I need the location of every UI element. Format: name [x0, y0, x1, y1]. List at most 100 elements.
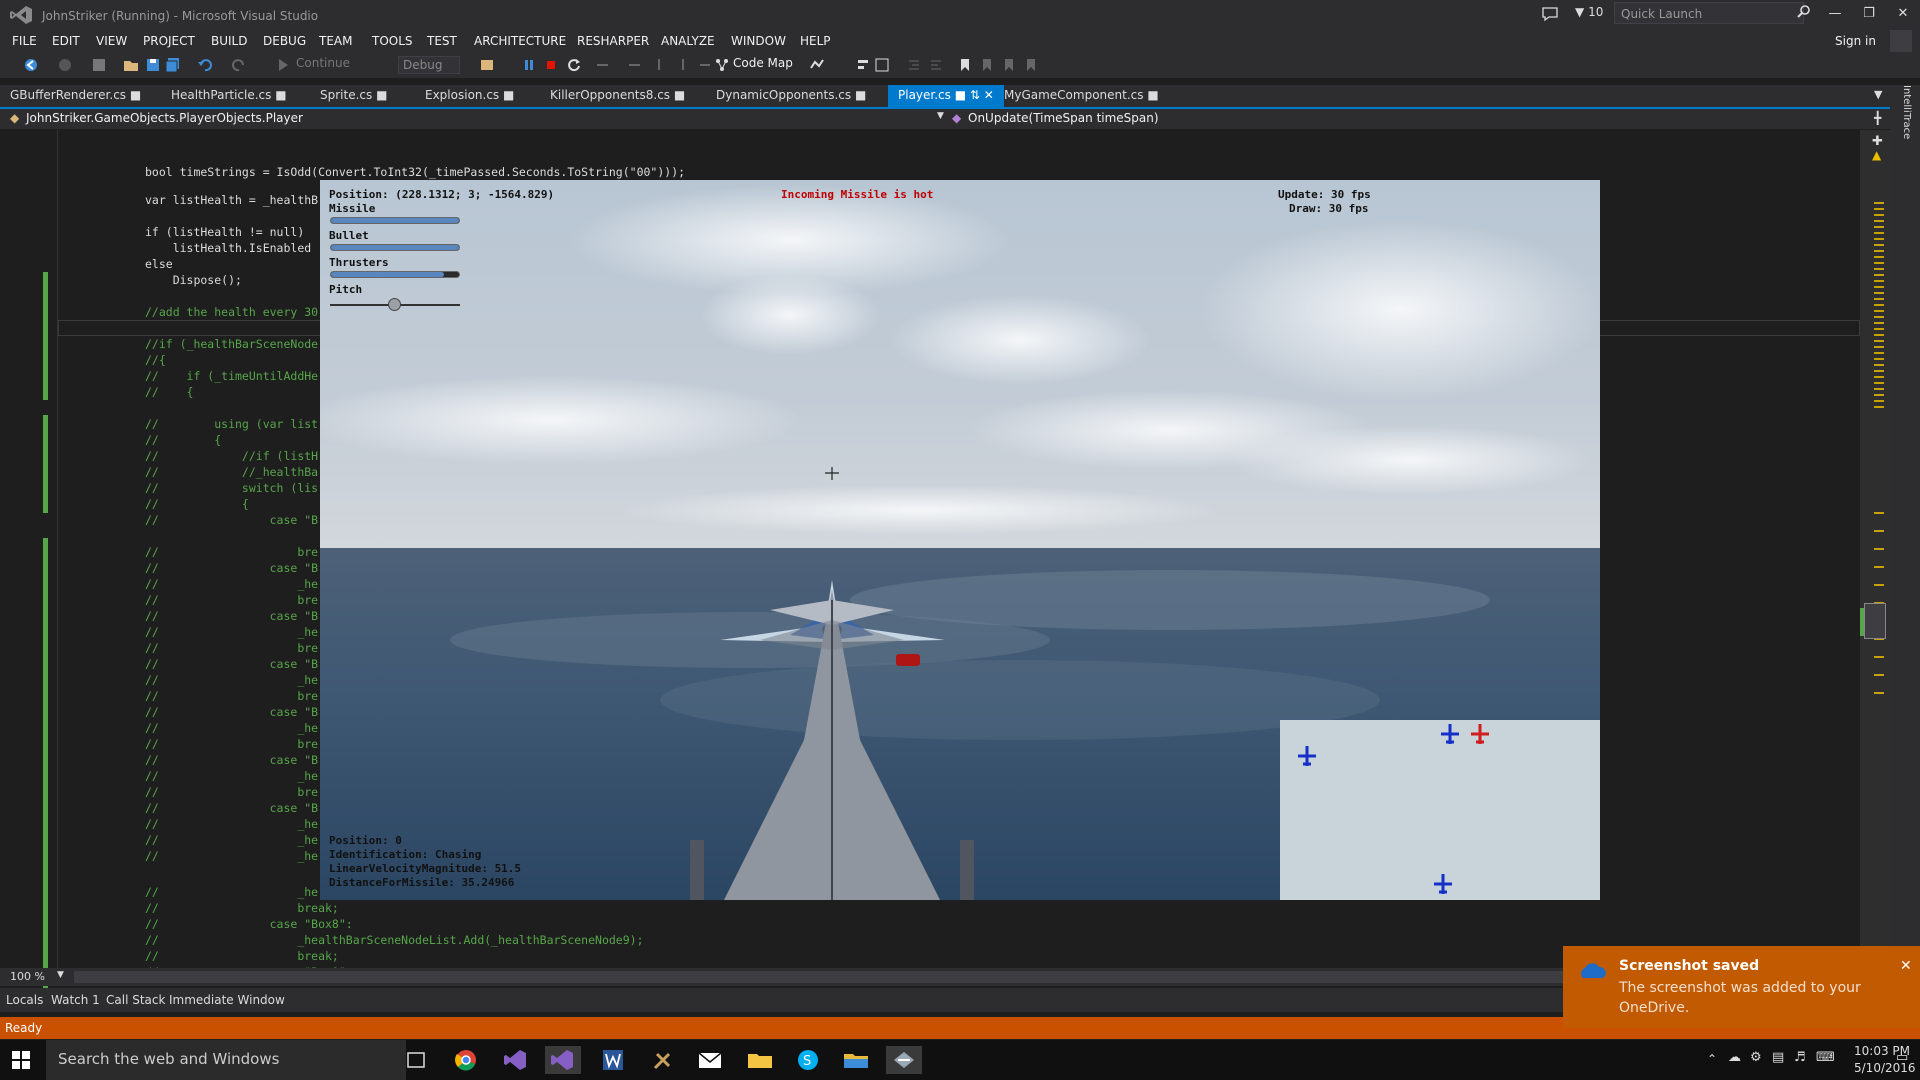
open-file-icon[interactable] [122, 56, 140, 74]
pause-icon[interactable] [522, 56, 536, 74]
step-back-icon[interactable] [696, 56, 714, 74]
action-center-icon[interactable]: ▭ [1896, 1050, 1908, 1065]
continue-icon[interactable] [276, 56, 290, 74]
toast-close-icon[interactable]: ✕ [1900, 958, 1912, 974]
indent-icon[interactable] [906, 56, 922, 74]
bookmark-icon[interactable] [958, 56, 972, 74]
skype-icon[interactable]: S [790, 1046, 826, 1074]
menu-test[interactable]: TEST [427, 34, 457, 48]
word-icon[interactable] [595, 1046, 631, 1074]
split-icon[interactable]: ╋ [1874, 111, 1881, 125]
restart-icon[interactable] [565, 56, 583, 74]
minimize-button[interactable]: — [1822, 2, 1848, 26]
game-app-icon[interactable] [886, 1046, 922, 1074]
menu-view[interactable]: VIEW [96, 34, 127, 48]
pitch-slider-track[interactable] [330, 298, 460, 311]
onedrive-tray-icon[interactable]: ☁ [1728, 1050, 1741, 1065]
keyboard-icon[interactable]: ⌨ [1816, 1050, 1835, 1065]
close-window-button[interactable]: ✕ [1890, 2, 1916, 26]
menu-project[interactable]: PROJECT [143, 34, 195, 48]
outdent-icon[interactable] [928, 56, 944, 74]
step-into-icon[interactable] [650, 56, 668, 74]
game-window[interactable]: Position: (228.1312; 3; -1564.829) Incom… [320, 180, 1600, 900]
network-icon[interactable]: ▤ [1772, 1050, 1784, 1065]
tab-locals[interactable]: Locals [6, 993, 43, 1007]
menu-resharper[interactable]: RESHARPER [577, 34, 649, 48]
menu-debug[interactable]: DEBUG [263, 34, 306, 48]
menu-tools[interactable]: TOOLS [372, 34, 413, 48]
code-map-icon[interactable] [714, 56, 730, 74]
forward-icon[interactable] [56, 56, 74, 74]
quick-launch-input[interactable]: Quick Launch [1614, 2, 1804, 24]
member-dropdown[interactable]: OnUpdate(TimeSpan timeSpan) [968, 111, 1159, 125]
tab-overflow-icon[interactable]: ▼ [1874, 88, 1882, 101]
type-dropdown[interactable]: JohnStriker.GameObjects.PlayerObjects.Pl… [26, 111, 303, 125]
folder-icon[interactable] [742, 1046, 778, 1074]
pitch-slider-thumb[interactable] [388, 298, 401, 311]
type-dropdown-arrow-icon[interactable]: ▼ [937, 111, 944, 121]
prev-bookmark-icon[interactable] [980, 56, 994, 74]
menu-architecture[interactable]: ARCHITECTURE [474, 34, 566, 48]
undo-icon[interactable] [196, 56, 214, 74]
tray-overflow-icon[interactable]: ⌃ [1707, 1052, 1717, 1066]
browser-link-icon[interactable] [478, 56, 496, 74]
save-icon[interactable] [144, 56, 162, 74]
zoom-level-select[interactable]: 100 % [10, 970, 45, 983]
mail-icon[interactable] [692, 1046, 728, 1074]
tab-explosion[interactable]: Explosion.cs ■ [415, 85, 524, 107]
chrome-icon[interactable] [448, 1046, 484, 1074]
tab-gbufferrenderer[interactable]: GBufferRenderer.cs ■ [0, 85, 151, 107]
notifications-flag[interactable]: ▼ 10 [1575, 5, 1603, 19]
feedback-icon[interactable] [1541, 6, 1559, 22]
zoom-dropdown-icon[interactable]: ▼ [57, 970, 64, 980]
settings-tray-icon[interactable]: ⚙ [1750, 1050, 1762, 1065]
menu-team[interactable]: TEAM [319, 34, 352, 48]
pin-icon[interactable]: ⇅ [970, 88, 980, 102]
volume-icon[interactable]: ♬ [1794, 1050, 1806, 1065]
editor-scrollbar[interactable]: ✚ ▲ [1860, 130, 1890, 968]
solution-config-select[interactable]: Debug [398, 56, 460, 74]
tab-sprite[interactable]: Sprite.cs ■ [310, 85, 397, 107]
back-icon[interactable] [22, 56, 40, 74]
tools-icon[interactable] [645, 1046, 681, 1074]
scroll-thumb[interactable] [1864, 603, 1886, 639]
tab-killeropponents8[interactable]: KillerOpponents8.cs ■ [540, 85, 695, 107]
user-account-icon[interactable] [1890, 30, 1912, 52]
save-all-icon[interactable] [164, 56, 182, 74]
tab-player[interactable]: Player.cs ■ ⇅ ✕ [888, 85, 1004, 107]
menu-analyze[interactable]: ANALYZE [661, 34, 715, 48]
menu-edit[interactable]: EDIT [52, 34, 80, 48]
menu-file[interactable]: FILE [12, 34, 37, 48]
visual-studio-icon[interactable] [498, 1046, 534, 1074]
menu-window[interactable]: WINDOW [731, 34, 786, 48]
windows-start-icon[interactable] [12, 1051, 30, 1069]
restore-button[interactable]: ❐ [1856, 2, 1882, 26]
tab-immediate-window[interactable]: Immediate Window [169, 993, 285, 1007]
show-next-statement-icon[interactable] [594, 56, 612, 74]
close-tab-icon[interactable]: ✕ [984, 88, 994, 102]
tab-watch1[interactable]: Watch 1 [51, 993, 100, 1007]
add-icon[interactable]: ✚ [1872, 134, 1883, 149]
sign-in-link[interactable]: Sign in [1835, 34, 1876, 48]
clear-bookmarks-icon[interactable] [1024, 56, 1038, 74]
onedrive-toast[interactable]: Screenshot saved The screenshot was adde… [1563, 946, 1920, 1028]
code-map-button[interactable]: Code Map [733, 56, 793, 74]
tab-mygamecomponent[interactable]: MyGameComponent.cs ■ [994, 85, 1169, 107]
stop-icon[interactable] [544, 56, 558, 74]
redo-icon[interactable] [230, 56, 248, 74]
new-project-icon[interactable] [90, 56, 108, 74]
taskbar-search-box[interactable]: Search the web and Windows [46, 1040, 406, 1080]
layout-icon[interactable] [874, 56, 890, 74]
intellitrace-sidebar[interactable]: IntelliTrace [1890, 85, 1920, 968]
visual-studio-active-icon[interactable] [545, 1046, 581, 1074]
step-out-icon[interactable] [674, 56, 692, 74]
tab-call-stack[interactable]: Call Stack [106, 993, 165, 1007]
file-explorer-icon[interactable] [838, 1046, 874, 1074]
next-bookmark-icon[interactable] [1002, 56, 1016, 74]
intellitrace-tab[interactable]: IntelliTrace [1898, 85, 1912, 151]
tab-healthparticle[interactable]: HealthParticle.cs ■ [161, 85, 297, 107]
menu-help[interactable]: HELP [800, 34, 831, 48]
continue-button[interactable]: Continue [296, 56, 350, 74]
align-icon[interactable] [855, 56, 871, 74]
search-icon[interactable] [1796, 4, 1812, 20]
